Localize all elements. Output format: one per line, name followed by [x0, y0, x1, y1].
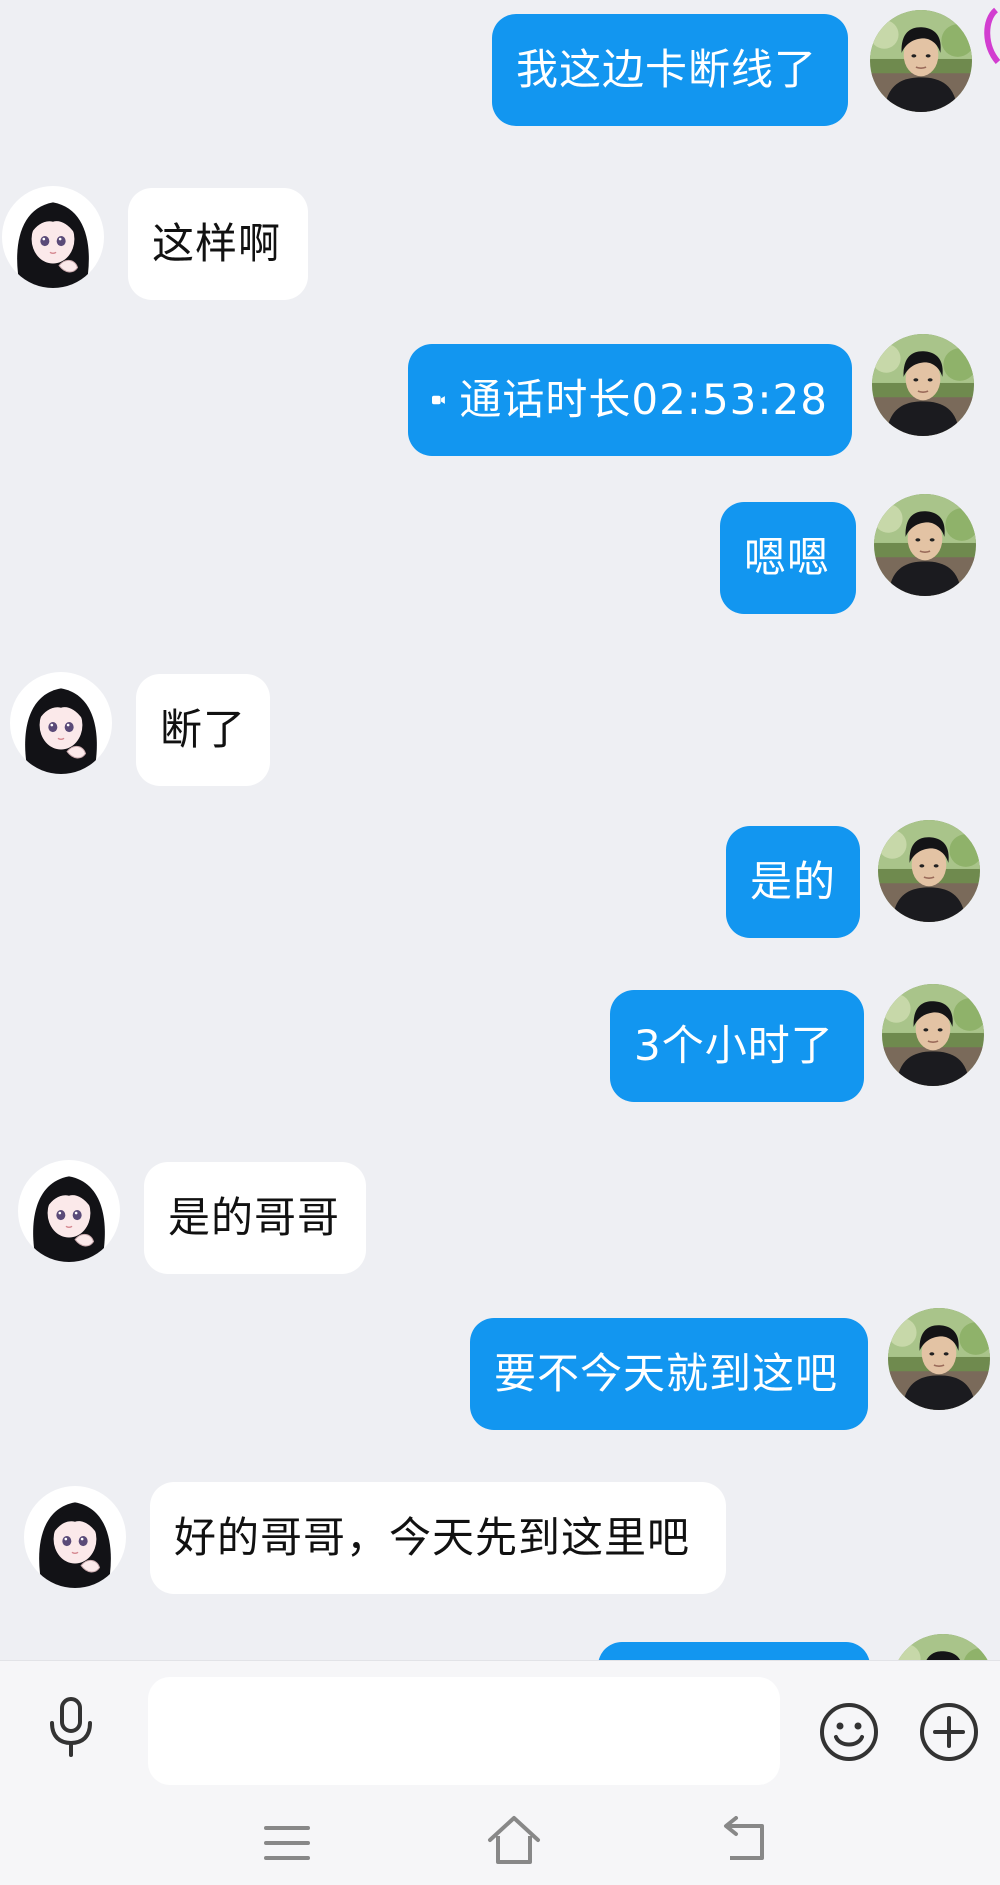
message-bubble-outgoing[interactable]: 嗯嗯: [720, 502, 856, 614]
video-call-icon: [432, 380, 445, 420]
avatar-self[interactable]: [870, 10, 972, 112]
avatar-self[interactable]: [892, 1634, 994, 1660]
input-bar: [0, 1660, 1000, 1790]
message-bubble-outgoing[interactable]: [598, 1642, 870, 1660]
menu-icon[interactable]: [262, 1820, 312, 1866]
call-record-bubble[interactable]: 通话时长02:53:28: [408, 344, 852, 456]
microphone-icon[interactable]: [38, 1693, 104, 1759]
back-icon[interactable]: [718, 1816, 774, 1866]
emoji-icon[interactable]: [818, 1701, 880, 1763]
home-icon[interactable]: [484, 1812, 544, 1868]
plus-icon[interactable]: [918, 1701, 980, 1763]
avatar-self[interactable]: [874, 494, 976, 596]
avatar-self[interactable]: [872, 334, 974, 436]
message-bubble-incoming[interactable]: 这样啊: [128, 188, 308, 300]
avatar-self[interactable]: [888, 1308, 990, 1410]
message-input[interactable]: [148, 1677, 780, 1785]
avatar-contact[interactable]: [18, 1160, 120, 1262]
message-bubble-outgoing[interactable]: 要不今天就到这吧: [470, 1318, 868, 1430]
avatar-self[interactable]: [878, 820, 980, 922]
call-duration-text: 通话时长02:53:28: [459, 375, 828, 424]
message-bubble-outgoing[interactable]: 是的: [726, 826, 860, 938]
message-bubble-incoming[interactable]: 断了: [136, 674, 270, 786]
avatar-contact[interactable]: [2, 186, 104, 288]
sticker-decoration-icon: [984, 7, 1000, 64]
message-list[interactable]: 我这边卡断线了 这样啊 通话时长02:53:28 嗯嗯 断了 是的 3个小时了 …: [0, 0, 1000, 1660]
chat-screen: 我这边卡断线了 这样啊 通话时长02:53:28 嗯嗯 断了 是的 3个小时了 …: [0, 0, 1000, 1885]
avatar-contact[interactable]: [24, 1486, 126, 1588]
message-bubble-outgoing[interactable]: 我这边卡断线了: [492, 14, 848, 126]
message-bubble-outgoing[interactable]: 3个小时了: [610, 990, 864, 1102]
avatar-self[interactable]: [882, 984, 984, 1086]
message-bubble-incoming[interactable]: 是的哥哥: [144, 1162, 366, 1274]
system-nav-bar: [0, 1790, 1000, 1885]
message-bubble-incoming[interactable]: 好的哥哥，今天先到这里吧: [150, 1482, 726, 1594]
avatar-contact[interactable]: [10, 672, 112, 774]
